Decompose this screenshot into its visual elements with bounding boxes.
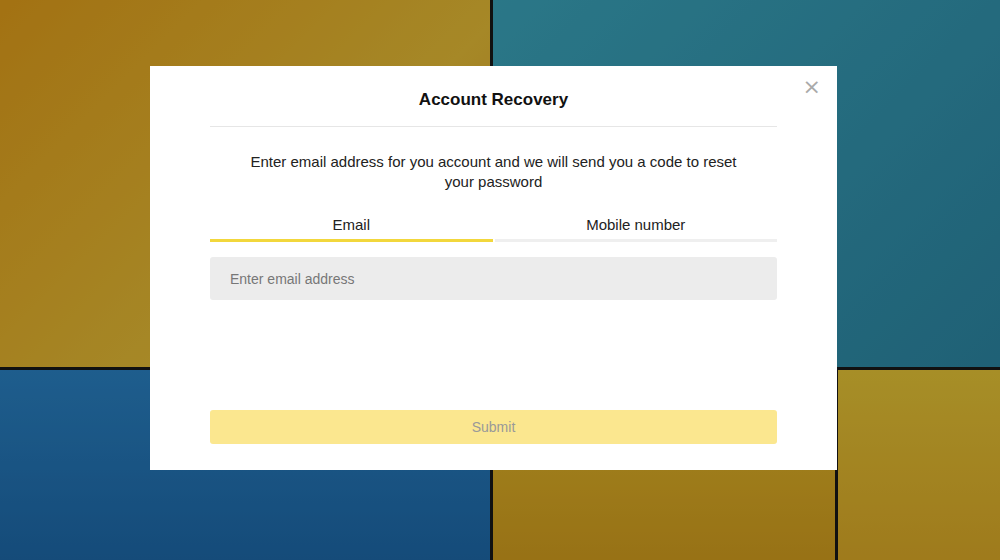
tabs: EmailMobile number [210,216,777,242]
submit-button[interactable]: Submit [210,410,777,444]
email-input[interactable] [210,257,777,300]
page: × Account Recovery Enter email address f… [0,0,1000,560]
dialog-description: Enter email address for you account and … [250,152,737,192]
dialog-header: Account Recovery [210,66,777,127]
tab[interactable]: Mobile number [495,216,778,242]
account-recovery-dialog: × Account Recovery Enter email address f… [150,66,837,470]
close-button[interactable]: × [799,72,825,102]
tab[interactable]: Email [210,216,493,242]
dialog-title: Account Recovery [210,89,777,111]
